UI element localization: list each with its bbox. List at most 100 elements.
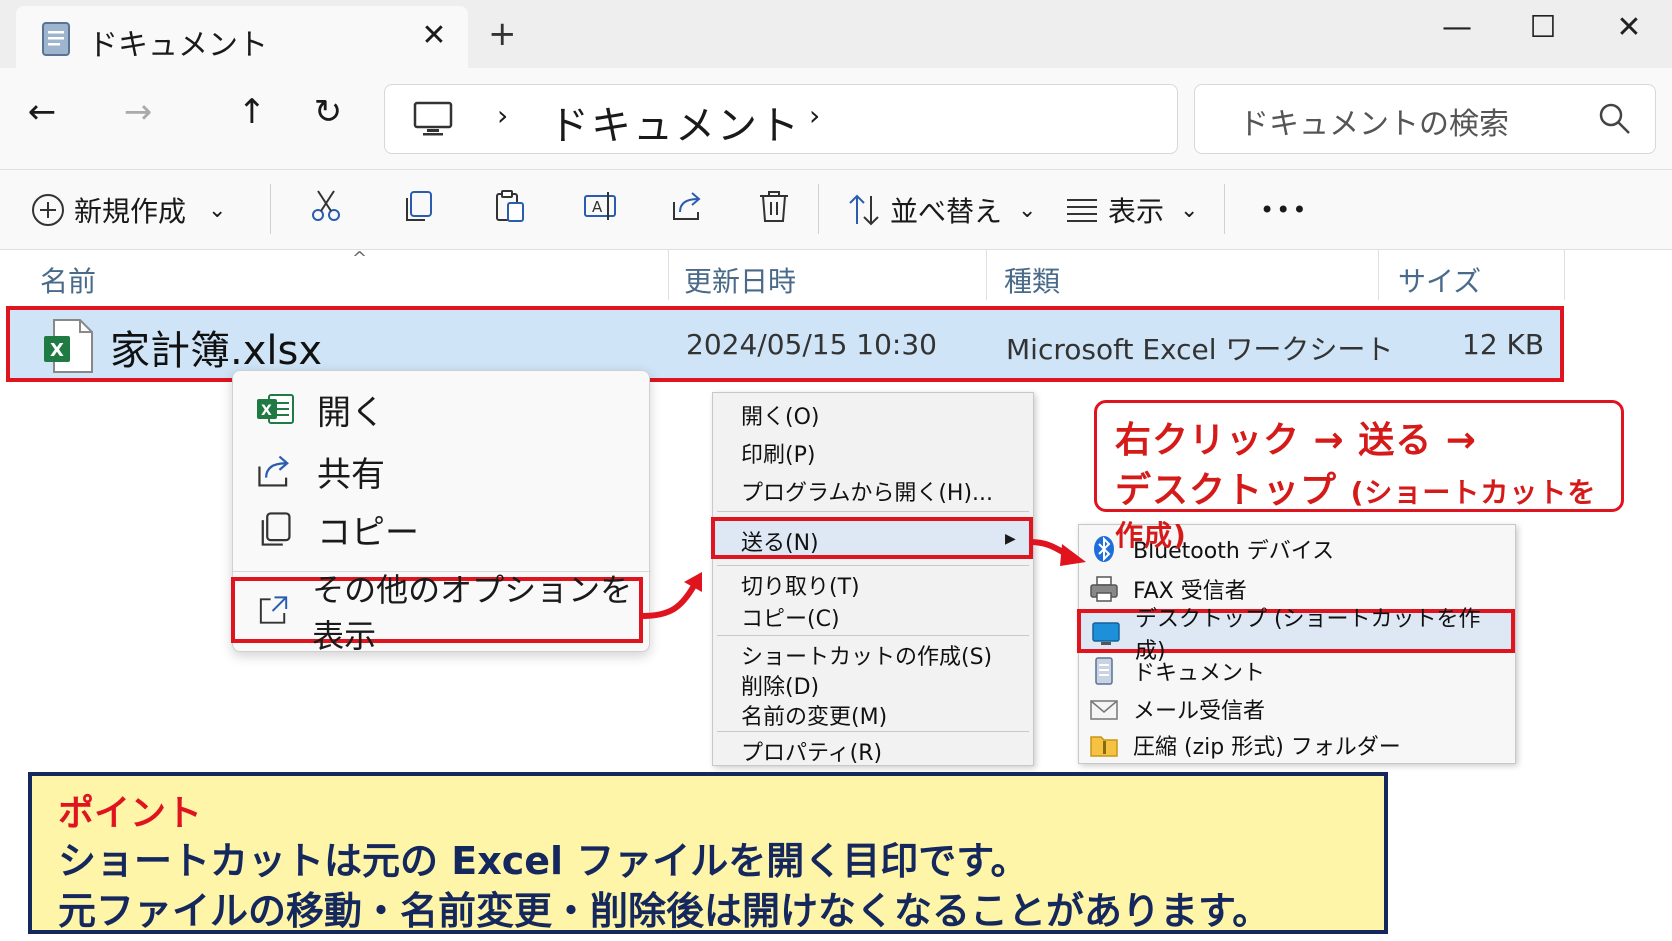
toolbar-divider	[818, 184, 819, 234]
chevron-down-icon: ⌄	[1018, 197, 1037, 223]
plus-circle-icon	[32, 194, 64, 226]
point-line-1: ショートカットは元の Excel ファイルを開く目印です。	[58, 839, 1029, 883]
view-button[interactable]: 表示 ⌄	[1064, 188, 1198, 232]
delete-icon[interactable]	[756, 188, 792, 224]
desktop-icon	[1092, 622, 1120, 645]
file-type: Microsoft Excel ワークシート	[1006, 333, 1394, 366]
submenu-arrow-icon: ▶	[1005, 531, 1016, 547]
send-to-documents[interactable]: ドキュメント	[1089, 653, 1265, 689]
up-button[interactable]: ↑	[224, 92, 280, 132]
breadcrumb-separator[interactable]: ›	[497, 99, 508, 132]
document-icon	[1095, 657, 1113, 685]
refresh-button[interactable]: ↻	[300, 92, 356, 132]
copy-icon	[261, 512, 291, 546]
rename-icon[interactable]: A	[582, 188, 618, 224]
new-tab-button[interactable]: +	[488, 14, 517, 54]
classic-menu-cut[interactable]: 切り取り(T)	[741, 569, 860, 601]
paste-icon[interactable]	[492, 188, 528, 224]
mail-icon	[1090, 700, 1118, 720]
menu-item-share[interactable]: 共有	[255, 443, 385, 499]
tab-close-icon[interactable]: ✕	[416, 18, 452, 53]
send-to-zip[interactable]: 圧縮 (zip 形式) フォルダー	[1089, 727, 1401, 763]
search-icon[interactable]	[1597, 101, 1633, 137]
excel-icon: X	[257, 394, 294, 424]
context-menu: X 開く 共有 コピー その他のオプションを表示	[231, 370, 651, 655]
tab-documents[interactable]: ドキュメント ✕	[16, 6, 468, 68]
point-title: ポイント	[58, 793, 203, 834]
menu-item-copy-label: コピー	[317, 512, 419, 553]
callout-line-1: 右クリック → 送る →	[1115, 420, 1477, 461]
this-pc-icon	[413, 101, 453, 136]
breadcrumb-documents[interactable]: ドキュメント	[549, 93, 801, 151]
sort-ascending-icon: ^	[352, 248, 368, 269]
classic-menu-rename[interactable]: 名前の変更(M)	[741, 699, 887, 731]
callout-line-2: デスクトップ (ショートカットを作成)	[1115, 461, 1621, 554]
file-size: 12 KB	[1462, 328, 1545, 361]
send-to-desktop-row: デスクトップ (ショートカットを作成)	[1091, 607, 1511, 664]
classic-menu-open-with[interactable]: プログラムから開く(H)...	[741, 475, 993, 507]
send-to-zip-label: 圧縮 (zip 形式) フォルダー	[1133, 735, 1401, 760]
menu-item-show-more-options[interactable]: その他のオプションを表示	[255, 571, 649, 655]
close-window-button[interactable]: ✕	[1604, 10, 1654, 45]
maximize-button[interactable]: ☐	[1518, 10, 1568, 45]
menu-item-open-label: 開く	[317, 392, 385, 433]
menu-divider	[717, 731, 1029, 732]
column-header-modified[interactable]: 更新日時	[684, 260, 796, 300]
command-bar: 新規作成 ⌄ A 並べ替え ⌄ 表示 ⌄ •••	[0, 170, 1672, 250]
svg-text:A: A	[592, 198, 603, 216]
cut-icon[interactable]	[308, 188, 344, 224]
classic-menu-copy[interactable]: コピー(C)	[741, 601, 840, 633]
address-bar[interactable]: › ドキュメント ›	[384, 84, 1178, 154]
annotation-arrow-to-send-to	[1029, 539, 1086, 566]
zip-folder-icon	[1090, 736, 1118, 757]
search-input[interactable]: ドキュメントの検索	[1194, 84, 1656, 154]
sort-button-label: 並べ替え	[890, 195, 1003, 228]
classic-menu-send-to-label: 送る(N)	[741, 531, 819, 556]
point-line-2: 元ファイルの移動・名前変更・削除後は開けなくなることがあります。	[58, 889, 1271, 933]
view-list-icon	[1067, 199, 1097, 222]
send-to-desktop[interactable]: デスクトップ (ショートカットを作成)	[1077, 607, 1515, 664]
back-button[interactable]: ←	[14, 92, 70, 132]
point-note-box: ポイント ショートカットは元の Excel ファイルを開く目印です。 元ファイル…	[28, 772, 1388, 934]
chevron-down-icon: ⌄	[208, 197, 227, 223]
send-to-documents-label: ドキュメント	[1133, 661, 1266, 686]
forward-button[interactable]: →	[110, 92, 166, 132]
file-modified: 2024/05/15 10:30	[686, 328, 937, 361]
send-to-mail[interactable]: メール受信者	[1089, 691, 1265, 727]
breadcrumb-separator[interactable]: ›	[809, 99, 820, 132]
send-to-mail-label: メール受信者	[1133, 699, 1266, 724]
chevron-down-icon: ⌄	[1180, 197, 1199, 223]
sort-button[interactable]: 並べ替え ⌄	[846, 188, 1036, 232]
svg-text:X: X	[50, 340, 64, 361]
callout-line-2-main: デスクトップ	[1115, 470, 1338, 511]
classic-menu-open[interactable]: 開く(O)	[741, 399, 819, 431]
new-button-label: 新規作成	[74, 195, 187, 228]
minimize-button[interactable]: —	[1432, 10, 1482, 45]
menu-item-copy[interactable]: コピー	[255, 501, 419, 557]
file-name: 家計簿.xlsx	[110, 328, 323, 374]
navigation-bar: ← → ↑ ↻ › ドキュメント › ドキュメントの検索	[0, 68, 1672, 170]
new-button[interactable]: 新規作成 ⌄	[30, 188, 226, 232]
classic-menu-create-shortcut[interactable]: ショートカットの作成(S)	[741, 639, 992, 671]
column-divider	[986, 250, 987, 300]
copy-icon[interactable]	[400, 188, 436, 224]
toolbar-divider	[270, 184, 271, 234]
menu-divider	[717, 565, 1029, 566]
column-header-type[interactable]: 種類	[1004, 260, 1060, 300]
document-folder-icon	[42, 22, 70, 56]
view-button-label: 表示	[1108, 195, 1165, 228]
classic-menu-properties[interactable]: プロパティ(R)	[741, 735, 882, 767]
column-header-size[interactable]: サイズ	[1398, 260, 1481, 300]
toolbar-divider	[1224, 184, 1225, 234]
menu-item-open[interactable]: X 開く	[255, 381, 385, 437]
menu-divider	[717, 511, 1029, 512]
column-divider	[1378, 250, 1379, 300]
column-header-name[interactable]: 名前	[40, 260, 96, 300]
classic-menu-send-to[interactable]: 送る(N) ▶	[711, 517, 1033, 559]
column-divider	[1564, 250, 1565, 300]
share-icon[interactable]	[670, 188, 706, 224]
classic-menu-print[interactable]: 印刷(P)	[741, 437, 815, 469]
classic-menu-delete[interactable]: 削除(D)	[741, 669, 819, 701]
more-options-button[interactable]: •••	[1260, 188, 1308, 232]
menu-item-show-more-options-label: その他のオプションを表示	[312, 571, 633, 655]
